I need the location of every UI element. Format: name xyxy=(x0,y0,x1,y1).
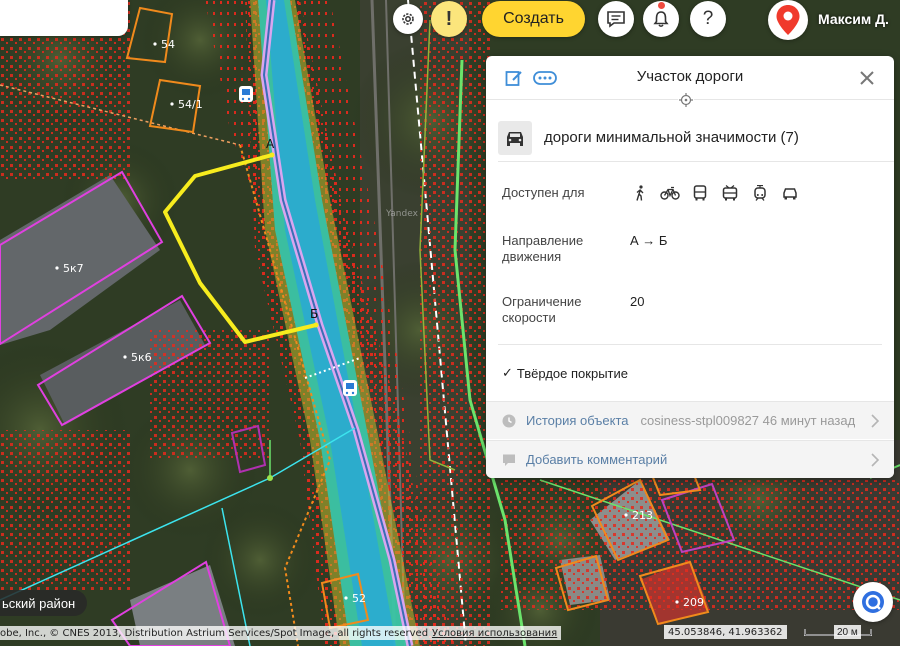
notification-badge xyxy=(657,1,666,10)
access-label: Доступен для xyxy=(502,185,585,200)
building-label-52: 52 xyxy=(352,592,366,605)
district-label: ьский район xyxy=(0,590,88,616)
road-category[interactable]: дороги минимальной значимости (7) xyxy=(498,114,894,162)
user-name[interactable]: Максим Д. xyxy=(818,11,889,27)
map-scale: 20 м xyxy=(804,625,872,639)
paved-surface-label: Твёрдое покрытие xyxy=(516,365,628,381)
building-label-213: 213 xyxy=(632,509,653,522)
pedestrian-icon xyxy=(630,184,650,202)
create-button[interactable]: Создать xyxy=(482,1,585,37)
warning-icon: ! xyxy=(445,7,453,30)
bus-icon xyxy=(690,184,710,202)
settings-button[interactable] xyxy=(393,4,423,34)
feedback-button[interactable] xyxy=(598,1,634,37)
warnings-button[interactable]: ! xyxy=(431,1,467,37)
scale-label: 20 м xyxy=(834,625,861,639)
clock-icon xyxy=(502,414,516,428)
road-category-label: дороги минимальной значимости (7) xyxy=(544,129,799,146)
comment-icon xyxy=(502,453,516,467)
map-copyright: obe, Inc., © CNES 2013, Distribution Ast… xyxy=(0,626,562,640)
map-pin-icon xyxy=(776,5,800,35)
bus-stop-icon[interactable] xyxy=(343,380,357,396)
access-icons xyxy=(630,184,800,202)
building-label-54-1: 54/1 xyxy=(178,98,203,111)
history-author: cosiness-stpl009827 46 минут назад xyxy=(640,413,856,428)
building-label-5k7: 5к7 xyxy=(63,262,84,275)
gear-icon xyxy=(402,13,414,25)
yandex-maps-logo[interactable] xyxy=(768,0,808,40)
bus-stop-icon[interactable] xyxy=(239,86,253,102)
road-point-b: Б xyxy=(310,307,318,321)
direction-label: Направление движения xyxy=(502,233,584,264)
terms-link[interactable]: Условия использования xyxy=(432,628,557,639)
building-label-5k6: 5к6 xyxy=(131,351,152,364)
close-button[interactable] xyxy=(856,67,878,89)
building-label-209: 209 xyxy=(683,596,704,609)
object-history-link[interactable]: История объекта cosiness-stpl009827 46 м… xyxy=(486,401,894,439)
chevron-right-icon xyxy=(871,453,880,467)
chevron-right-icon xyxy=(871,414,880,428)
bell-icon xyxy=(653,11,669,27)
assistant-icon xyxy=(862,591,884,613)
checkmark-icon: ✓ xyxy=(502,365,513,380)
map-watermark: Yandex xyxy=(385,209,419,219)
bicycle-icon xyxy=(660,184,680,202)
paved-surface-flag: ✓ Твёрдое покрытие xyxy=(502,365,628,381)
road-segment-panel: Участок дороги дороги минимальной значим… xyxy=(486,56,894,478)
speed-limit-label: Ограничение скорости xyxy=(502,294,582,325)
car-icon xyxy=(780,184,800,202)
speed-limit-value: 20 xyxy=(630,294,645,309)
help-icon: ? xyxy=(702,8,714,29)
help-button[interactable]: ? xyxy=(690,1,726,37)
message-icon xyxy=(607,11,625,28)
tram-icon xyxy=(750,184,770,202)
history-label: История объекта xyxy=(526,413,629,428)
car-category-icon xyxy=(498,120,532,155)
road-point-a: А xyxy=(266,137,275,151)
divider xyxy=(498,344,882,345)
trolleybus-icon xyxy=(720,184,740,202)
crosshair-icon xyxy=(679,93,693,107)
direction-value: А → Б xyxy=(630,233,668,248)
building-label-54: 54 xyxy=(161,38,175,51)
cursor-coordinates: 45.053846, 41.963362 xyxy=(664,625,787,639)
close-icon xyxy=(860,71,874,85)
panel-title: Участок дороги xyxy=(636,68,744,85)
add-comment-link[interactable]: Добавить комментарий xyxy=(486,440,894,478)
search-box[interactable] xyxy=(0,0,128,36)
add-comment-label: Добавить комментарий xyxy=(526,452,668,467)
assistant-button[interactable] xyxy=(853,582,893,622)
copyright-text: obe, Inc., © CNES 2013, Distribution Ast… xyxy=(0,627,429,639)
locate-object-button[interactable] xyxy=(678,92,694,108)
